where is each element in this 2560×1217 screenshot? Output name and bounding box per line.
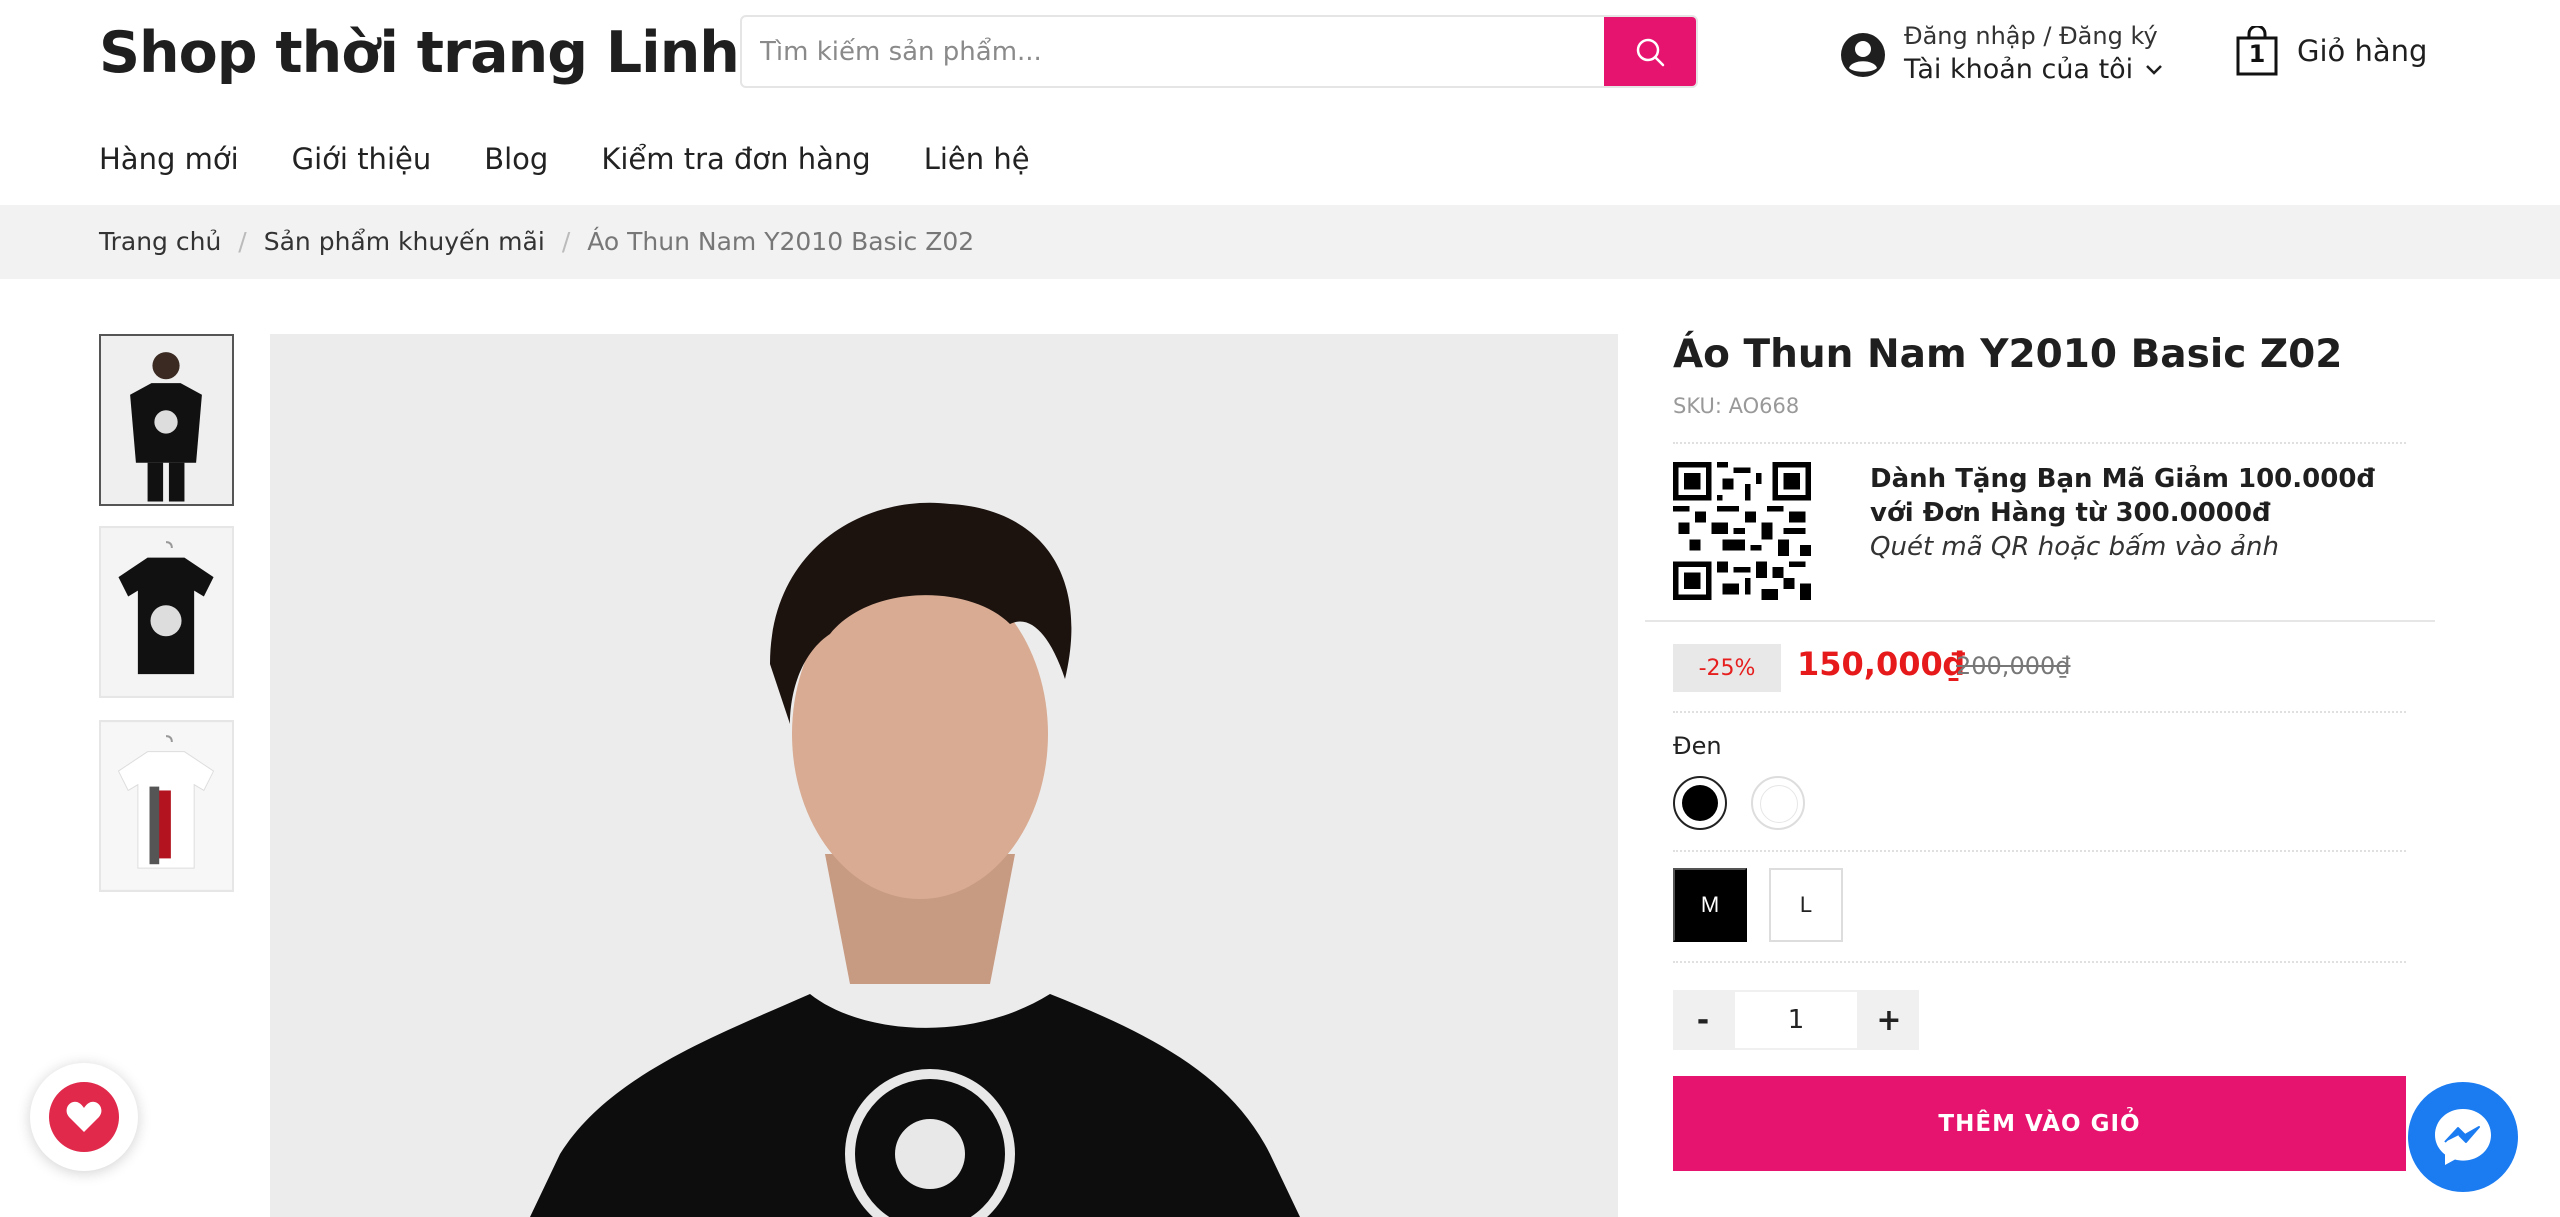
search-input[interactable]: [742, 17, 1607, 86]
nav-item-blog[interactable]: Blog: [484, 142, 548, 176]
discount-badge: -25%: [1673, 644, 1781, 692]
promo-subtitle: Quét mã QR hoặc bấm vào ảnh: [1870, 532, 2280, 562]
product-sku: SKU: AO668: [1673, 394, 1800, 418]
messenger-icon: [2435, 1109, 2491, 1165]
search-icon: [1636, 38, 1665, 66]
product-title: Áo Thun Nam Y2010 Basic Z02: [1673, 332, 2343, 377]
promo-title[interactable]: Dành Tặng Bạn Mã Giảm 100.000đ với Đơn H…: [1870, 462, 2410, 530]
search-button[interactable]: [1604, 17, 1696, 86]
quantity-input[interactable]: [1733, 990, 1859, 1050]
current-price: 150,000₫: [1797, 645, 1966, 683]
messenger-chat-button[interactable]: [2408, 1082, 2518, 1192]
size-option-m[interactable]: M: [1673, 868, 1747, 942]
selected-color-label: Đen: [1673, 732, 1722, 760]
nav-item-about[interactable]: Giới thiệu: [292, 142, 432, 176]
login-register-link[interactable]: Đăng nhập / Đăng ký: [1904, 22, 2163, 50]
divider: [1673, 850, 2406, 852]
original-price: 200,000₫: [1956, 652, 2071, 680]
thumbnail-white-tee[interactable]: [99, 720, 234, 892]
quantity-decrease-button[interactable]: -: [1673, 990, 1733, 1050]
breadcrumb-separator: /: [238, 227, 247, 256]
quantity-stepper: - +: [1673, 990, 1919, 1050]
cart-button[interactable]: 1 Giỏ hàng: [2235, 24, 2428, 76]
cart-label: Giỏ hàng: [2297, 34, 2428, 68]
breadcrumb-category[interactable]: Sản phẩm khuyến mãi: [264, 227, 545, 256]
thumbnail-black-tee[interactable]: [99, 526, 234, 698]
thumbnail-model-front[interactable]: [99, 334, 234, 506]
heart-icon: [66, 1101, 102, 1132]
breadcrumb-home[interactable]: Trang chủ: [99, 227, 221, 256]
color-swatch-black[interactable]: [1673, 776, 1727, 830]
main-nav: Hàng mới Giới thiệu Blog Kiểm tra đơn hà…: [99, 142, 1083, 176]
shop-logo-title[interactable]: Shop thời trang Linh: [99, 20, 740, 86]
color-swatch-white[interactable]: [1751, 776, 1805, 830]
breadcrumb-separator: /: [561, 227, 571, 256]
divider: [1673, 961, 2406, 963]
nav-item-order-check[interactable]: Kiểm tra đơn hàng: [601, 142, 870, 176]
nav-item-new-arrivals[interactable]: Hàng mới: [99, 142, 239, 176]
my-account-label: Tài khoản của tôi: [1904, 54, 2134, 85]
bag-icon: 1: [2235, 24, 2279, 76]
breadcrumb-current: Áo Thun Nam Y2010 Basic Z02: [587, 227, 975, 256]
breadcrumb-bar: Trang chủ / Sản phẩm khuyến mãi / Áo Thu…: [0, 205, 2560, 279]
user-icon: [1841, 33, 1885, 77]
chevron-down-icon: [2146, 64, 2163, 75]
divider: [1673, 442, 2406, 444]
main-product-image[interactable]: [270, 334, 1618, 1217]
favorite-button[interactable]: [30, 1063, 138, 1171]
nav-item-contact[interactable]: Liên hệ: [924, 142, 1030, 176]
account-menu[interactable]: Đăng nhập / Đăng ký Tài khoản của tôi: [1840, 22, 2163, 85]
divider: [1645, 620, 2435, 622]
breadcrumb: Trang chủ / Sản phẩm khuyến mãi / Áo Thu…: [99, 227, 974, 256]
size-option-l[interactable]: L: [1769, 868, 1843, 942]
quantity-increase-button[interactable]: +: [1859, 990, 1919, 1050]
search-form: [740, 15, 1698, 88]
divider: [1673, 711, 2406, 713]
my-account-dropdown[interactable]: Tài khoản của tôi: [1904, 54, 2163, 85]
cart-count-badge: 1: [2248, 40, 2266, 68]
qr-code-image[interactable]: [1673, 462, 1811, 600]
add-to-cart-button[interactable]: THÊM VÀO GIỎ: [1673, 1076, 2406, 1171]
